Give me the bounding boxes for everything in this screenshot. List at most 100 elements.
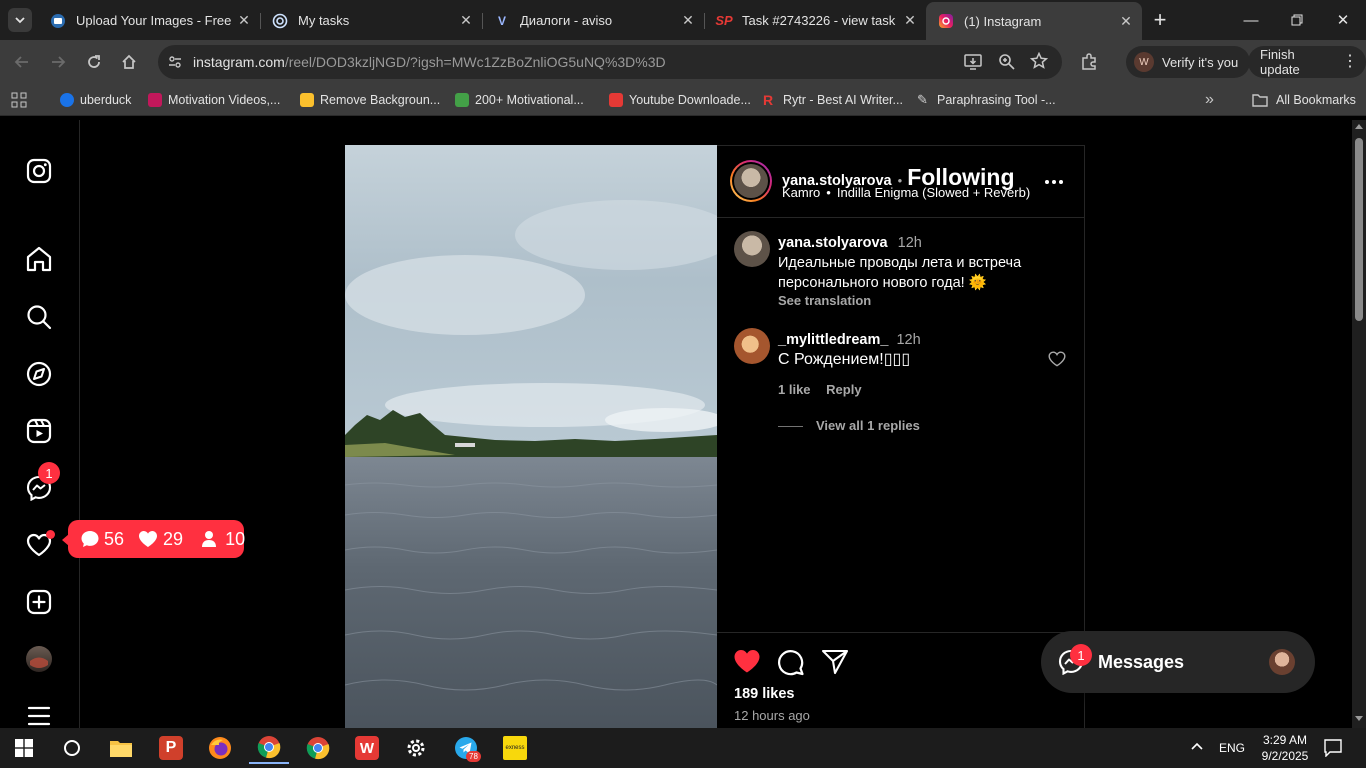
star-icon[interactable]	[1029, 51, 1049, 73]
bookmark-rytr[interactable]: R Rytr - Best AI Writer...	[763, 90, 903, 110]
caption-text: Идеальные проводы лета и встреча персона…	[778, 255, 1022, 291]
bookmark-youtube-downloader[interactable]: Youtube Downloade...	[609, 90, 751, 110]
search-icon[interactable]	[25, 303, 53, 331]
reply-button[interactable]: Reply	[826, 382, 861, 397]
arrow-left-icon	[14, 56, 28, 68]
close-window-button[interactable]: ✕	[1320, 0, 1366, 40]
bookmark-uberduck[interactable]: uberduck	[60, 90, 131, 110]
file-explorer-app[interactable]	[101, 732, 141, 764]
messages-label: Messages	[1098, 652, 1185, 672]
settings-app[interactable]	[396, 732, 436, 764]
tab-search-button[interactable]	[8, 8, 32, 32]
browser-toolbar: instagram.com/reel/DOD3kzljNGD/?igsh=MWc…	[0, 40, 1366, 84]
instagram-icon	[938, 13, 954, 29]
cortana-button[interactable]	[52, 732, 92, 764]
instagram-logo-icon[interactable]	[25, 157, 53, 185]
bookmark-motivation-videos[interactable]: Motivation Videos,...	[148, 90, 280, 110]
scroll-up-arrow[interactable]	[1355, 124, 1363, 129]
clock[interactable]: 3:29 AM 9/2/2025	[1255, 732, 1315, 764]
apps-button[interactable]	[11, 90, 27, 110]
minimize-button[interactable]: —	[1228, 0, 1274, 40]
reels-icon[interactable]	[25, 417, 53, 445]
site-info-icon[interactable]	[166, 53, 184, 71]
close-icon[interactable]: ✕	[456, 12, 476, 29]
zoom-icon[interactable]	[998, 53, 1016, 74]
wps-office-app[interactable]: W	[347, 732, 387, 764]
arrow-right-icon	[52, 56, 66, 68]
scroll-thumb[interactable]	[1355, 138, 1363, 321]
back-button[interactable]	[8, 48, 36, 76]
audio-line[interactable]: Kamro • Indilla Enigma (Slowed + Reverb)	[782, 185, 1030, 200]
recent-chat-avatar[interactable]	[1269, 649, 1295, 675]
finish-update-button[interactable]: Finish update ⋮	[1248, 46, 1366, 78]
reload-button[interactable]	[80, 48, 108, 76]
extensions-button[interactable]	[1075, 48, 1103, 76]
bookmark-paraphrasing[interactable]: ✎ Paraphrasing Tool -...	[917, 90, 1056, 110]
close-icon[interactable]: ✕	[234, 12, 254, 29]
exness-app[interactable]: exness	[495, 732, 535, 764]
menu-icon[interactable]	[25, 702, 53, 728]
close-icon[interactable]: ✕	[678, 12, 698, 29]
caption-avatar[interactable]	[734, 231, 770, 267]
comment-time: 12h	[896, 332, 921, 348]
messages-dock[interactable]: 1 Messages	[1041, 631, 1315, 693]
profile-avatar[interactable]	[25, 645, 53, 673]
bookmarks-overflow-button[interactable]: »	[1205, 90, 1214, 110]
create-icon[interactable]	[25, 588, 53, 616]
tab-aviso[interactable]: V Диалоги - aviso ✕	[482, 5, 705, 36]
view-replies-button[interactable]: View all 1 replies	[778, 416, 1058, 436]
tab-instagram[interactable]: (1) Instagram ✕	[926, 2, 1142, 40]
commenter-username[interactable]: _mylittledream_	[778, 332, 888, 348]
firefox-icon	[209, 737, 231, 759]
bookmark-favicon	[300, 93, 314, 107]
like-button[interactable]	[733, 648, 761, 679]
install-app-icon[interactable]	[964, 53, 982, 74]
home-button[interactable]	[115, 48, 143, 76]
caption-block: yana.stolyarova 12h Идеальные проводы ле…	[778, 233, 1068, 309]
page-scrollbar[interactable]	[1352, 120, 1366, 728]
chrome-app[interactable]	[298, 732, 338, 764]
language-indicator[interactable]: ENG	[1219, 741, 1245, 755]
messenger-icon[interactable]: 1	[25, 462, 60, 502]
windows-taskbar: P W 78 exness ENG 3:29 AM 9/2/2025	[0, 728, 1366, 768]
see-translation-link[interactable]: See translation	[778, 293, 1068, 309]
action-center-button[interactable]	[1324, 739, 1342, 762]
reel-video[interactable]	[345, 145, 717, 728]
send-icon	[821, 649, 849, 675]
chrome-app-active[interactable]	[249, 732, 289, 764]
wps-presentation-app[interactable]: P	[151, 732, 191, 764]
bookmark-motivational[interactable]: 200+ Motivational...	[455, 90, 584, 110]
share-button[interactable]	[821, 648, 849, 681]
caption-username[interactable]: yana.stolyarova	[778, 235, 888, 251]
likes-count-label[interactable]: 189 likes	[734, 686, 794, 702]
telegram-app[interactable]: 78	[446, 732, 486, 764]
explore-icon[interactable]	[25, 360, 53, 388]
close-icon[interactable]: ✕	[900, 12, 920, 29]
tab-my-tasks[interactable]: My tasks ✕	[260, 5, 483, 36]
gear-icon	[407, 739, 425, 757]
comment-button[interactable]	[777, 648, 805, 681]
home-nav-icon[interactable]	[25, 245, 53, 273]
commenter-avatar[interactable]	[734, 328, 770, 364]
tab-upload-images[interactable]: Upload Your Images - Free I ✕	[38, 5, 261, 36]
start-button[interactable]	[4, 732, 44, 764]
more-options-button[interactable]	[1042, 170, 1066, 194]
tab-task-view[interactable]: SP Task #2743226 - view task ✕	[704, 5, 926, 36]
comment-like-icon[interactable]	[1048, 351, 1066, 372]
author-avatar[interactable]	[730, 160, 772, 202]
notifications-icon[interactable]	[25, 530, 55, 559]
new-tab-button[interactable]: +	[1148, 7, 1172, 32]
address-bar[interactable]: instagram.com/reel/DOD3kzljNGD/?igsh=MWc…	[158, 45, 1062, 79]
forward-button[interactable]	[44, 48, 72, 76]
tab-title: Upload Your Images - Free I	[76, 13, 234, 28]
show-hidden-icons-button[interactable]	[1190, 740, 1204, 759]
comment-likes[interactable]: 1 like	[778, 382, 811, 397]
bookmark-remove-background[interactable]: Remove Backgroun...	[300, 90, 440, 110]
firefox-app[interactable]	[200, 732, 240, 764]
close-icon[interactable]: ✕	[1116, 13, 1136, 30]
restore-button[interactable]	[1274, 0, 1320, 40]
all-bookmarks-button[interactable]: All Bookmarks	[1252, 90, 1356, 110]
activity-notification-popup[interactable]: 56 29 10	[62, 520, 245, 558]
scroll-down-arrow[interactable]	[1355, 716, 1363, 721]
profile-verify-button[interactable]: W Verify it's you	[1126, 46, 1251, 78]
